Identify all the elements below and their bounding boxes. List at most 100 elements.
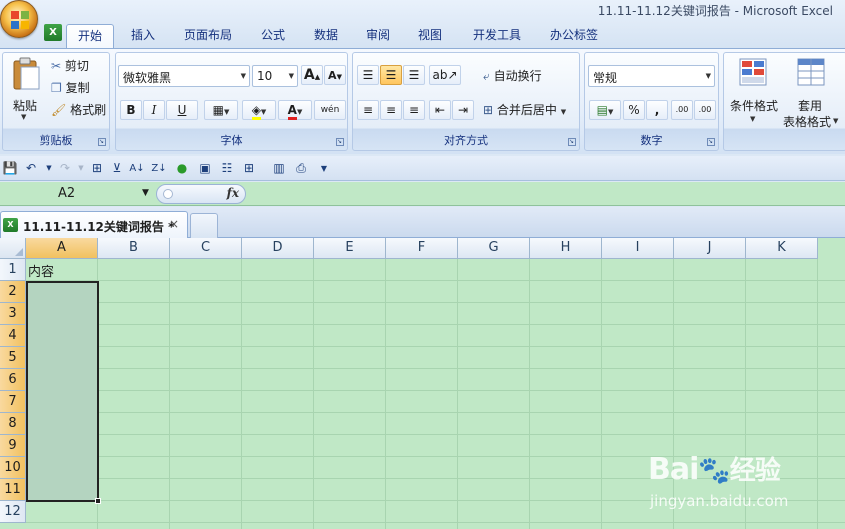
chart-icon[interactable]: ▥ bbox=[270, 160, 288, 177]
orientation-button[interactable]: ab↗ bbox=[429, 65, 461, 85]
phonetic-button[interactable]: wén bbox=[314, 100, 346, 120]
comma-style-button[interactable]: , bbox=[646, 100, 668, 120]
align-left-button[interactable]: ≡ bbox=[357, 100, 379, 120]
tab-7[interactable]: 开发工具 bbox=[462, 24, 532, 48]
font-name-select[interactable]: 微软雅黑 ▼ bbox=[118, 65, 250, 87]
tab-8[interactable]: 办公标签 bbox=[538, 24, 610, 48]
column-header-h[interactable]: H bbox=[530, 238, 602, 259]
borders-icon[interactable]: ⊞ bbox=[88, 160, 106, 177]
column-header-i[interactable]: I bbox=[602, 238, 674, 259]
print-icon[interactable]: ⎙ bbox=[292, 160, 310, 177]
bold-button[interactable]: B bbox=[120, 100, 142, 120]
align-middle-button[interactable]: ☰ bbox=[380, 65, 402, 85]
underline-button[interactable]: U bbox=[166, 100, 198, 120]
accounting-format-button[interactable]: ▤▼ bbox=[589, 100, 621, 120]
column-header-k[interactable]: K bbox=[746, 238, 818, 259]
column-header-c[interactable]: C bbox=[170, 238, 242, 259]
column-gridline bbox=[169, 259, 170, 529]
column-header-g[interactable]: G bbox=[458, 238, 530, 259]
row-header-11[interactable]: 11 bbox=[0, 479, 26, 501]
save-icon[interactable]: 💾 bbox=[1, 160, 19, 177]
row-header-9[interactable]: 9 bbox=[0, 435, 26, 457]
chevron-down-icon[interactable]: ▼ bbox=[142, 188, 149, 198]
grow-font-button[interactable]: A▲ bbox=[301, 65, 323, 85]
row-header-4[interactable]: 4 bbox=[0, 325, 26, 347]
new-tab-button[interactable] bbox=[190, 213, 218, 238]
conditional-format-button[interactable]: 条件格式 ▼ bbox=[726, 55, 780, 127]
align-right-button[interactable]: ≡ bbox=[403, 100, 425, 120]
row-header-12[interactable]: 12 bbox=[0, 501, 26, 523]
undo-icon[interactable]: ↶ bbox=[22, 160, 40, 177]
percent-button[interactable]: % bbox=[623, 100, 645, 120]
increase-indent-button[interactable]: ⇥ bbox=[452, 100, 474, 120]
format-painter-button[interactable]: 🖌 格式刷 bbox=[51, 101, 106, 118]
tab-2[interactable]: 页面布局 bbox=[172, 24, 244, 48]
row-header-5[interactable]: 5 bbox=[0, 347, 26, 369]
wrap-text-button[interactable]: ⤶ 自动换行 bbox=[483, 67, 542, 84]
shrink-font-button[interactable]: A▼ bbox=[324, 65, 346, 85]
align-top-button[interactable]: ☰ bbox=[357, 65, 379, 85]
function-icon[interactable]: fx bbox=[227, 186, 239, 200]
align-center-button[interactable]: ≡ bbox=[380, 100, 402, 120]
workbook-tab[interactable]: X 11.11-11.12关键词报告 * × bbox=[0, 211, 188, 238]
row-header-1[interactable]: 1 bbox=[0, 259, 26, 281]
filter-icon[interactable]: ⊻ bbox=[108, 160, 126, 177]
tab-1[interactable]: 插入 bbox=[122, 24, 164, 48]
column-header-j[interactable]: J bbox=[674, 238, 746, 259]
font-group: 微软雅黑 ▼ 10 ▼ A▲ A▼ B I U ▦▼ ◈▼ A▼ wén 字体 … bbox=[115, 52, 348, 151]
row-header-7[interactable]: 7 bbox=[0, 391, 26, 413]
office-button[interactable] bbox=[0, 0, 38, 38]
decrease-decimal-button[interactable]: .00 bbox=[694, 100, 716, 120]
close-icon[interactable]: × bbox=[169, 217, 179, 231]
tab-0[interactable]: 开始 bbox=[66, 24, 114, 48]
decrease-indent-button[interactable]: ⇤ bbox=[429, 100, 451, 120]
copy-button[interactable]: ❐ 复制 bbox=[51, 79, 90, 96]
row-header-8[interactable]: 8 bbox=[0, 413, 26, 435]
name-box[interactable]: A2 ▼ bbox=[2, 184, 152, 204]
select-all-button[interactable] bbox=[0, 238, 26, 259]
column-header-a[interactable]: A bbox=[26, 238, 98, 259]
font-size-select[interactable]: 10 ▼ bbox=[252, 65, 298, 87]
tab-4[interactable]: 数据 bbox=[304, 24, 348, 48]
tab-5[interactable]: 审阅 bbox=[356, 24, 400, 48]
tab-6[interactable]: 视图 bbox=[408, 24, 452, 48]
merge-center-button[interactable]: ⊞ 合并后居中 ▼ bbox=[483, 101, 566, 118]
italic-button[interactable]: I bbox=[143, 100, 165, 120]
number-format-select[interactable]: 常规 ▼ bbox=[588, 65, 715, 87]
column-header-e[interactable]: E bbox=[314, 238, 386, 259]
table-icon[interactable]: ⊞ bbox=[240, 160, 258, 177]
dialog-launcher-icon[interactable]: ↘ bbox=[336, 138, 344, 146]
increase-decimal-button[interactable]: .00 bbox=[671, 100, 693, 120]
row-header-2[interactable]: 2 bbox=[0, 281, 26, 303]
format-as-table-button[interactable]: 套用 表格格式 ▼ bbox=[782, 55, 845, 129]
cut-button[interactable]: ✂ 剪切 bbox=[51, 57, 89, 74]
paste-button[interactable]: 粘贴 ▼ bbox=[7, 55, 45, 125]
insert-function-pill[interactable]: fx bbox=[156, 184, 246, 204]
font-color-button[interactable]: A▼ bbox=[278, 100, 312, 120]
fill-color-button[interactable]: ◈▼ bbox=[242, 100, 276, 120]
column-header-d[interactable]: D bbox=[242, 238, 314, 259]
align-bottom-button[interactable]: ☰ bbox=[403, 65, 425, 85]
sort-ascending-icon[interactable]: A↓ bbox=[128, 160, 146, 177]
dialog-launcher-icon[interactable]: ↘ bbox=[707, 138, 715, 146]
scissors-icon: ✂ bbox=[51, 59, 62, 73]
excel-app-icon[interactable]: X bbox=[44, 24, 62, 41]
column-header-b[interactable]: B bbox=[98, 238, 170, 259]
fill-handle[interactable] bbox=[95, 498, 101, 504]
cell-a1[interactable]: 内容 bbox=[28, 261, 54, 280]
tab-3[interactable]: 公式 bbox=[252, 24, 294, 48]
border-button[interactable]: ▦▼ bbox=[204, 100, 238, 120]
column-header-f[interactable]: F bbox=[386, 238, 458, 259]
dialog-launcher-icon[interactable]: ↘ bbox=[568, 138, 576, 146]
sort-descending-icon[interactable]: Z↓ bbox=[150, 160, 168, 177]
customize-toolbar-icon[interactable]: ▼ bbox=[315, 160, 333, 177]
row-header-10[interactable]: 10 bbox=[0, 457, 26, 479]
expand-icon[interactable] bbox=[163, 189, 173, 199]
dialog-launcher-icon[interactable]: ↘ bbox=[98, 138, 106, 146]
formula-input[interactable] bbox=[248, 182, 845, 205]
row-header-6[interactable]: 6 bbox=[0, 369, 26, 391]
row-header-3[interactable]: 3 bbox=[0, 303, 26, 325]
circle-icon[interactable]: ● bbox=[173, 160, 191, 177]
form-icon[interactable]: ▣ bbox=[196, 160, 214, 177]
align-icon[interactable]: ☷ bbox=[218, 160, 236, 177]
